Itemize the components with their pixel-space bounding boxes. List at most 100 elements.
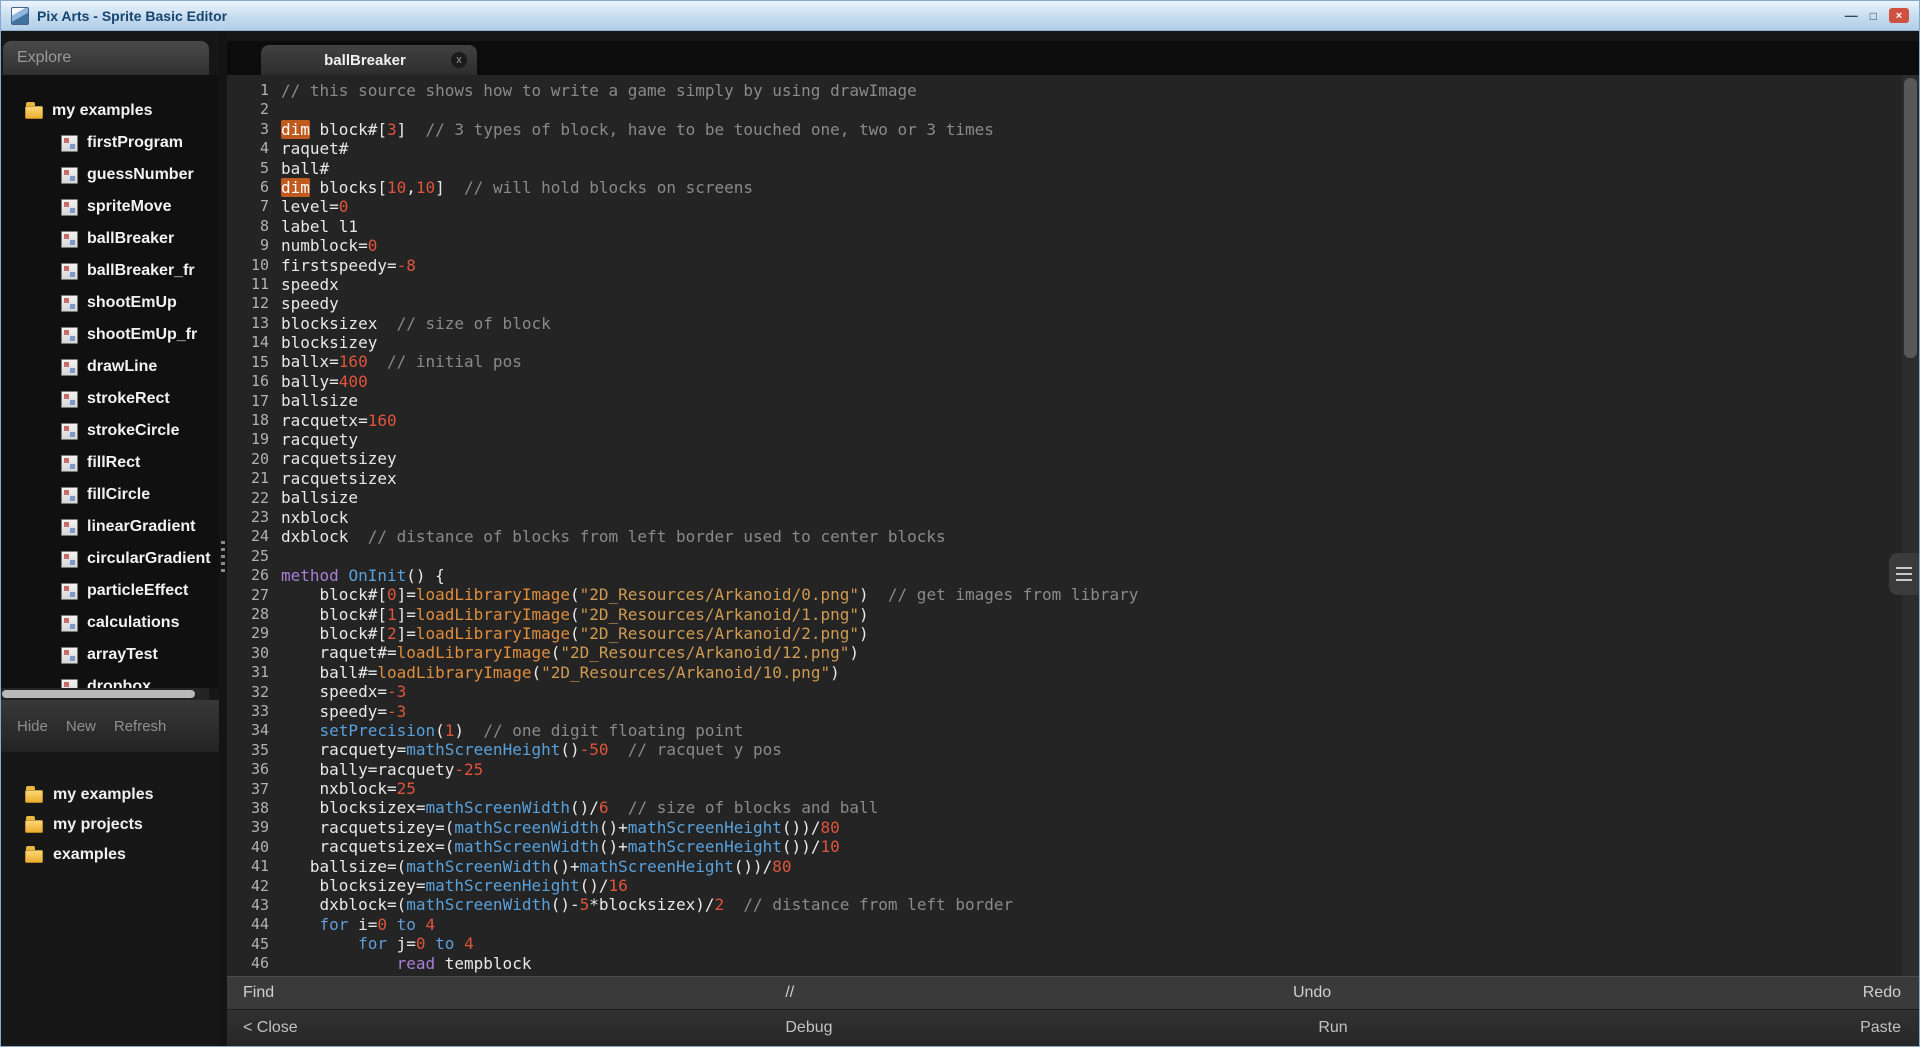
line-number: 34 bbox=[227, 721, 269, 740]
line-number: 5 bbox=[227, 159, 269, 178]
folder-icon bbox=[25, 106, 43, 119]
minimize-icon[interactable]: — bbox=[1845, 8, 1858, 23]
code-line: nxblock=25 bbox=[281, 779, 1919, 798]
code-line: speedx=-3 bbox=[281, 682, 1919, 701]
sprite-icon bbox=[61, 455, 78, 472]
line-number: 32 bbox=[227, 683, 269, 702]
tab-label: ballBreaker bbox=[279, 52, 451, 69]
sprite-icon bbox=[61, 327, 78, 344]
run-button[interactable]: Run bbox=[1318, 1019, 1347, 1037]
code-line: ballx=160 // initial pos bbox=[281, 352, 1919, 371]
tab-ballbreaker[interactable]: ballBreaker x bbox=[261, 45, 477, 75]
close-editor-button[interactable]: < Close bbox=[243, 1019, 298, 1037]
window-controls: — □ × bbox=[1845, 8, 1909, 23]
line-number: 27 bbox=[227, 586, 269, 605]
code-line: dxblock // distance of blocks from left … bbox=[281, 527, 1919, 546]
line-number: 16 bbox=[227, 372, 269, 391]
folder-item-examples[interactable]: examples bbox=[1, 840, 219, 870]
tab-bar: ballBreaker x bbox=[227, 41, 1919, 75]
vertical-scrollbar-thumb[interactable] bbox=[1904, 78, 1917, 358]
code-editor[interactable]: 1234567891011121314151617181920212223242… bbox=[227, 75, 1919, 976]
window-title: Pix Arts - Sprite Basic Editor bbox=[37, 8, 1837, 24]
explorer-title: Explore bbox=[17, 49, 71, 67]
new-button[interactable]: New bbox=[66, 718, 96, 735]
line-number: 42 bbox=[227, 877, 269, 896]
code-line: blocksizex // size of block bbox=[281, 314, 1919, 333]
code-line: raquet# bbox=[281, 139, 1919, 158]
code-line: racquetsizex bbox=[281, 469, 1919, 488]
splitter-handle-icon[interactable] bbox=[221, 541, 225, 573]
sprite-icon bbox=[61, 423, 78, 440]
code-line: racquety=mathScreenHeight()-50 // racque… bbox=[281, 740, 1919, 759]
sidebar-item-ballBreaker[interactable]: ballBreaker bbox=[1, 223, 219, 255]
sprite-icon bbox=[61, 263, 78, 280]
sidebar-item-circularGradient[interactable]: circularGradient bbox=[1, 543, 219, 575]
sprite-icon bbox=[61, 647, 78, 664]
action-toolbar: < Close Debug Run Paste bbox=[227, 1009, 1919, 1046]
code-line: racquetsizex=(mathScreenWidth()+mathScre… bbox=[281, 837, 1919, 856]
sidebar-item-my-examples[interactable]: my examples bbox=[1, 95, 219, 127]
sidebar-splitter[interactable] bbox=[219, 31, 227, 1046]
code-line: setPrecision(1) // one digit floating po… bbox=[281, 721, 1919, 740]
find-button[interactable]: Find bbox=[243, 984, 274, 1002]
sidebar-item-linearGradient[interactable]: linearGradient bbox=[1, 511, 219, 543]
sidebar-actions: Hide New Refresh bbox=[1, 700, 219, 752]
sidebar-item-firstProgram[interactable]: firstProgram bbox=[1, 127, 219, 159]
sidebar-item-particleEffect[interactable]: particleEffect bbox=[1, 575, 219, 607]
line-number: 40 bbox=[227, 838, 269, 857]
comment-button[interactable]: // bbox=[785, 984, 794, 1002]
line-number: 10 bbox=[227, 256, 269, 275]
line-number: 12 bbox=[227, 294, 269, 313]
vertical-scrollbar[interactable] bbox=[1902, 75, 1919, 976]
code-line: dim block#[3] // 3 types of block, have … bbox=[281, 120, 1919, 139]
code-area[interactable]: // this source shows how to write a game… bbox=[281, 81, 1919, 976]
line-number: 36 bbox=[227, 760, 269, 779]
sidebar-item-spriteMove[interactable]: spriteMove bbox=[1, 191, 219, 223]
line-number: 11 bbox=[227, 275, 269, 294]
folder-item-my-examples[interactable]: my examples bbox=[1, 780, 219, 810]
sidebar-item-shootEmUp[interactable]: shootEmUp bbox=[1, 287, 219, 319]
sidebar-item-drawLine[interactable]: drawLine bbox=[1, 351, 219, 383]
app-window: Pix Arts - Sprite Basic Editor — □ × Exp… bbox=[0, 0, 1920, 1047]
line-number: 38 bbox=[227, 799, 269, 818]
code-line: ballsize bbox=[281, 488, 1919, 507]
explorer-header: Explore bbox=[3, 41, 209, 75]
maximize-icon[interactable]: □ bbox=[1870, 9, 1877, 23]
code-line: racquety bbox=[281, 430, 1919, 449]
sidebar-item-guessNumber[interactable]: guessNumber bbox=[1, 159, 219, 191]
code-line: ball# bbox=[281, 159, 1919, 178]
hide-button[interactable]: Hide bbox=[17, 718, 48, 735]
line-number: 37 bbox=[227, 780, 269, 799]
redo-button[interactable]: Redo bbox=[1863, 984, 1901, 1002]
sidebar-item-shootEmUp_fr[interactable]: shootEmUp_fr bbox=[1, 319, 219, 351]
line-number: 4 bbox=[227, 139, 269, 158]
line-number: 39 bbox=[227, 818, 269, 837]
line-number: 6 bbox=[227, 178, 269, 197]
code-line: label l1 bbox=[281, 217, 1919, 236]
code-line: // this source shows how to write a game… bbox=[281, 81, 1919, 100]
side-panel-handle[interactable] bbox=[1889, 553, 1919, 595]
content-area: Explore my examplesfirstProgramguessNumb… bbox=[1, 31, 1919, 1046]
sidebar-item-strokeRect[interactable]: strokeRect bbox=[1, 383, 219, 415]
horizontal-scrollbar[interactable] bbox=[1, 688, 209, 700]
horizontal-scrollbar-thumb[interactable] bbox=[2, 690, 195, 698]
paste-button[interactable]: Paste bbox=[1860, 1019, 1901, 1037]
tab-close-icon[interactable]: x bbox=[451, 52, 467, 68]
sidebar-item-strokeCircle[interactable]: strokeCircle bbox=[1, 415, 219, 447]
refresh-button[interactable]: Refresh bbox=[114, 718, 167, 735]
sidebar-item-dropbox[interactable]: dropbox bbox=[1, 671, 219, 688]
sidebar-item-fillCircle[interactable]: fillCircle bbox=[1, 479, 219, 511]
undo-button[interactable]: Undo bbox=[1293, 984, 1331, 1002]
line-number: 24 bbox=[227, 527, 269, 546]
sidebar-item-fillRect[interactable]: fillRect bbox=[1, 447, 219, 479]
sidebar-item-arrayTest[interactable]: arrayTest bbox=[1, 639, 219, 671]
sprite-icon bbox=[61, 295, 78, 312]
folder-item-my-projects[interactable]: my projects bbox=[1, 810, 219, 840]
debug-button[interactable]: Debug bbox=[785, 1019, 832, 1037]
sprite-icon bbox=[61, 167, 78, 184]
code-line: dxblock=(mathScreenWidth()-5*blocksizex)… bbox=[281, 895, 1919, 914]
close-icon[interactable]: × bbox=[1889, 8, 1909, 23]
line-number: 15 bbox=[227, 353, 269, 372]
sidebar-item-ballBreaker_fr[interactable]: ballBreaker_fr bbox=[1, 255, 219, 287]
sidebar-item-calculations[interactable]: calculations bbox=[1, 607, 219, 639]
